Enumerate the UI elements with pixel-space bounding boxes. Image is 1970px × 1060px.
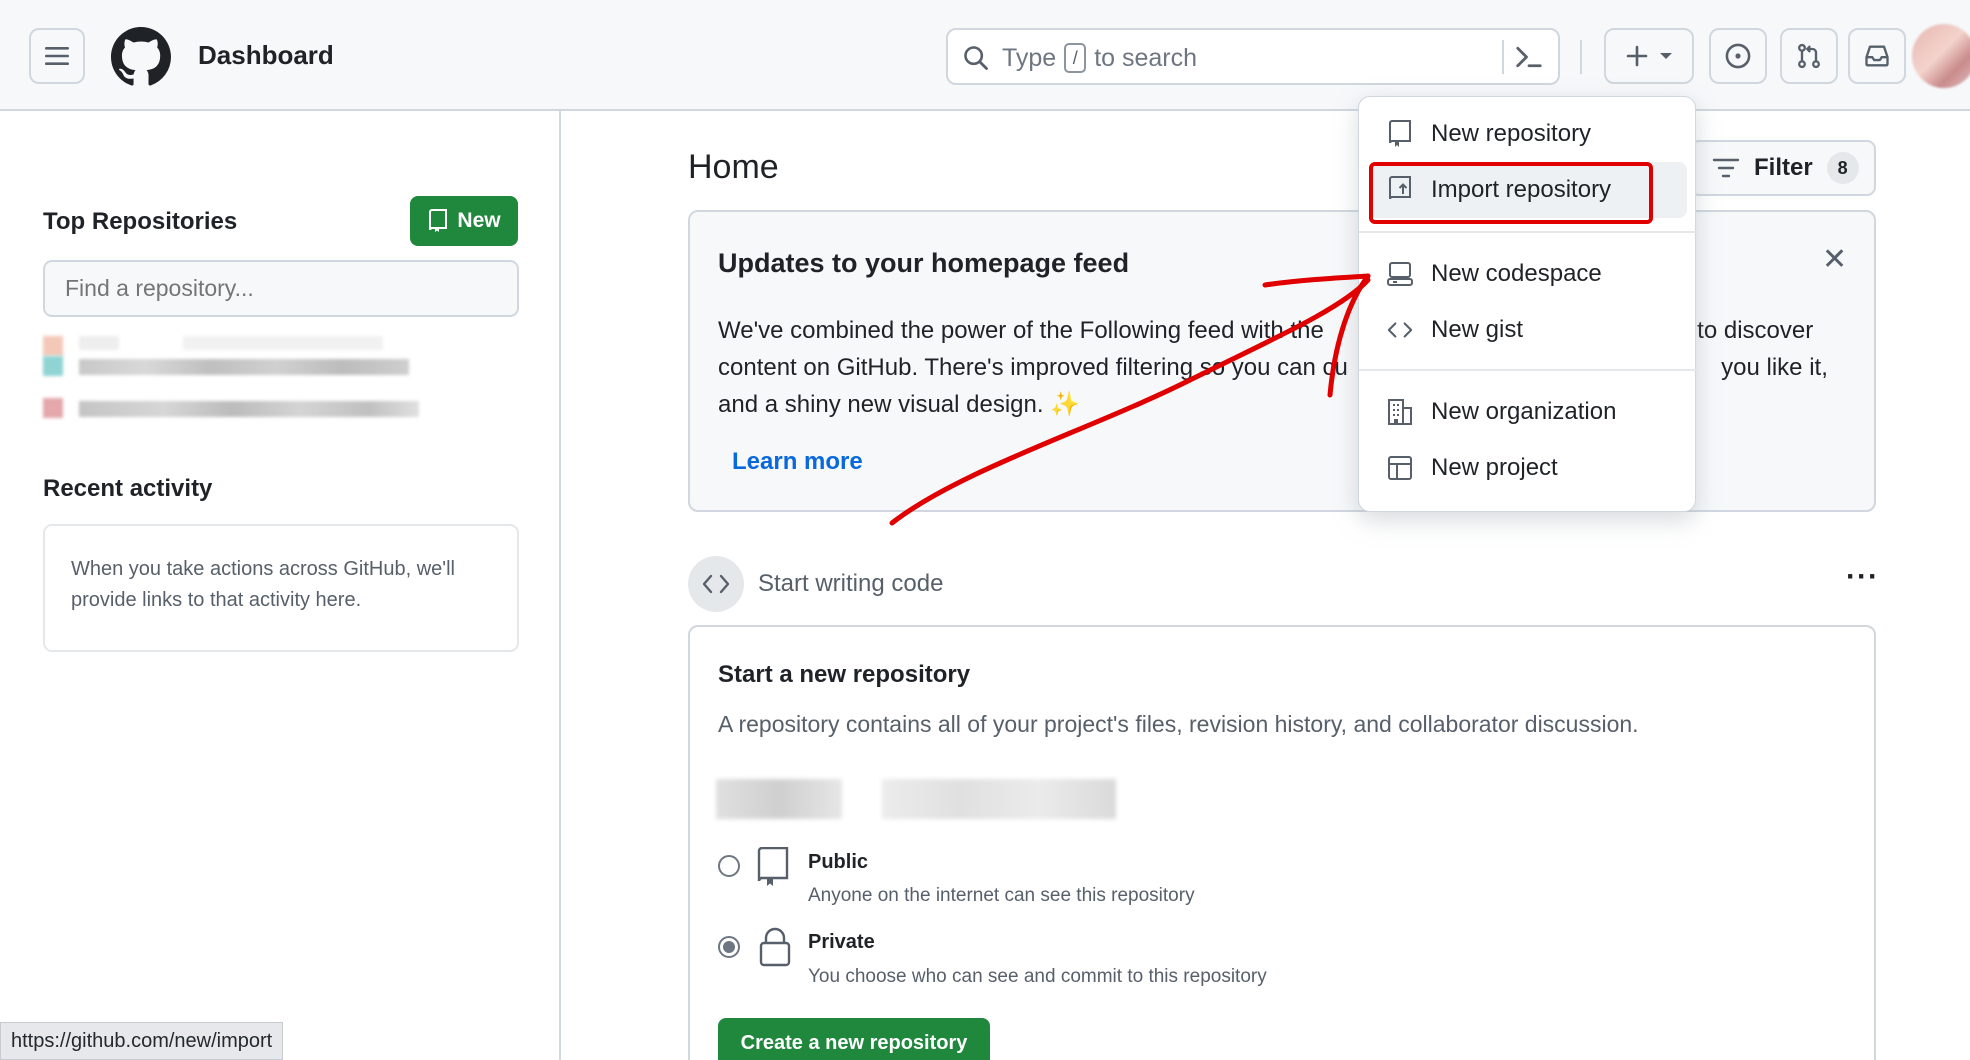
table-icon: [1387, 455, 1413, 481]
menu-item-label: New codespace: [1431, 260, 1602, 287]
private-description: You choose who can see and commit to thi…: [808, 966, 1267, 987]
caret-down-icon: [1660, 53, 1672, 59]
menu-item-label: New gist: [1431, 316, 1524, 343]
left-sidebar: Top Repositories New Recent activity Whe…: [0, 111, 561, 1060]
issue-opened-icon: [1725, 43, 1751, 69]
repo-item-redacted[interactable]: [43, 356, 413, 378]
new-repo-title: Start a new repository: [718, 661, 971, 688]
hamburger-icon: [45, 47, 69, 65]
recent-activity-empty-state: When you take actions across GitHub, we'…: [43, 524, 519, 652]
repo-item-redacted[interactable]: [43, 398, 443, 420]
menu-divider: [1359, 369, 1697, 371]
filter-label: Filter: [1754, 154, 1813, 181]
feed-updates-banner: Updates to your homepage feed We've comb…: [688, 210, 1876, 512]
top-repositories-heading: Top Repositories: [43, 208, 238, 235]
pull-requests-button[interactable]: [1780, 28, 1838, 84]
inbox-button[interactable]: [1848, 28, 1906, 84]
header-divider: [1580, 40, 1582, 74]
search-divider: [1502, 40, 1504, 74]
issues-button[interactable]: [1709, 28, 1767, 84]
repository-owner-name-redacted[interactable]: [716, 779, 1116, 819]
code-icon: [702, 574, 730, 594]
create-new-dropdown: New repository Import repository New cod…: [1358, 96, 1697, 512]
organization-icon: [1387, 399, 1413, 425]
menu-divider: [1359, 231, 1697, 233]
public-label: Public: [808, 851, 869, 873]
close-icon[interactable]: ✕: [1822, 242, 1847, 277]
hamburger-menu-button[interactable]: [29, 28, 85, 84]
start-new-repository-card: Start a new repository A repository cont…: [688, 625, 1876, 1060]
menu-item-new-organization[interactable]: New organization: [1359, 387, 1697, 437]
filter-button[interactable]: Filter 8: [1690, 140, 1876, 196]
codespaces-icon: [1387, 261, 1413, 287]
learn-more-link[interactable]: Learn more: [732, 448, 863, 476]
repo-icon: [1387, 120, 1413, 147]
more-options-icon[interactable]: ···: [1846, 560, 1879, 594]
inbox-icon: [1865, 45, 1889, 67]
updates-body-part1: We've combined the power of the Followin…: [718, 317, 1324, 344]
private-label: Private: [808, 931, 875, 953]
github-logo-icon[interactable]: [111, 27, 171, 87]
plus-icon: [1626, 45, 1648, 67]
home-heading: Home: [688, 148, 779, 186]
lock-icon: [759, 927, 791, 967]
menu-item-label: New repository: [1431, 120, 1592, 147]
top-header: Dashboard Type / to search: [0, 0, 1970, 111]
git-pull-request-icon: [1798, 43, 1820, 69]
create-new-button[interactable]: [1604, 28, 1694, 84]
menu-item-new-project[interactable]: New project: [1359, 443, 1697, 493]
search-placeholder: Type / to search: [1002, 43, 1197, 73]
new-repository-button[interactable]: New: [410, 196, 518, 246]
public-radio[interactable]: [718, 855, 740, 877]
menu-item-label: New project: [1431, 454, 1558, 481]
updates-title: Updates to your homepage feed: [718, 248, 1130, 278]
code-icon: [1387, 317, 1413, 343]
menu-item-new-gist[interactable]: New gist: [1359, 305, 1697, 355]
search-prefix: Type: [1002, 43, 1057, 72]
new-button-label: New: [457, 209, 501, 232]
sparkle-icon: ✨: [1050, 391, 1081, 418]
repo-icon: [757, 847, 789, 886]
search-input[interactable]: Type / to search: [946, 28, 1560, 85]
filter-count-badge: 8: [1826, 152, 1859, 184]
annotation-highlight-box: [1369, 162, 1653, 224]
recent-activity-heading: Recent activity: [43, 475, 213, 502]
code-icon-badge: [688, 556, 744, 612]
menu-item-new-repository[interactable]: New repository: [1359, 109, 1697, 159]
private-radio[interactable]: [718, 936, 740, 958]
menu-item-new-codespace[interactable]: New codespace: [1359, 249, 1697, 299]
create-repository-button[interactable]: Create a new repository: [718, 1018, 990, 1060]
menu-item-label: New organization: [1431, 398, 1617, 425]
search-suffix: to search: [1094, 43, 1198, 72]
page-title[interactable]: Dashboard: [198, 40, 334, 71]
search-shortcut-key: /: [1064, 43, 1087, 73]
user-avatar[interactable]: [1912, 24, 1970, 88]
start-writing-code-label: Start writing code: [758, 570, 944, 597]
link-hover-status-url: https://github.com/new/import: [0, 1022, 284, 1060]
command-palette-icon[interactable]: [1514, 42, 1544, 72]
public-description: Anyone on the internet can see this repo…: [808, 885, 1195, 906]
repo-item-redacted[interactable]: [43, 336, 413, 356]
search-icon: [964, 46, 988, 70]
filter-icon: [1712, 158, 1740, 178]
repo-icon: [429, 209, 448, 232]
new-repo-description: A repository contains all of your projec…: [718, 711, 1639, 737]
find-repository-input[interactable]: [43, 260, 519, 317]
